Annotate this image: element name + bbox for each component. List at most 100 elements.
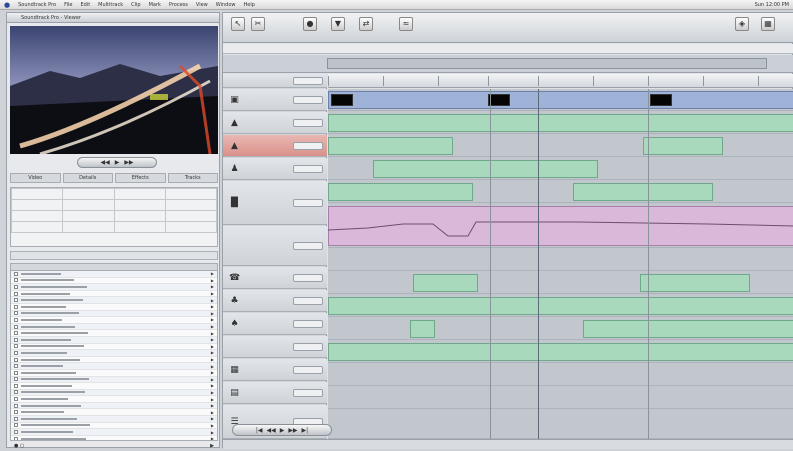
clip-disclosure-icon[interactable]: ▶: [211, 337, 214, 342]
viewer-titlebar[interactable]: Soundtrack Pro - Viewer: [7, 13, 219, 23]
automation-curve[interactable]: [328, 204, 793, 248]
clip-checkbox[interactable]: [14, 298, 18, 303]
menu-item-multitrack[interactable]: Multitrack: [98, 2, 123, 8]
audio-clip[interactable]: [328, 343, 793, 361]
track-lane[interactable]: [328, 249, 793, 271]
clip-checkbox[interactable]: [14, 364, 18, 369]
clip-checkbox[interactable]: [14, 403, 18, 408]
go-start-button[interactable]: |◀: [256, 427, 263, 434]
clip-list-item[interactable]: ▶: [11, 370, 217, 377]
inspector-toggle-icon[interactable]: ▦: [761, 17, 775, 31]
menu-item-window[interactable]: Window: [216, 2, 236, 8]
clip-list-item[interactable]: ▶: [11, 271, 217, 278]
rewind-button[interactable]: ◀◀: [266, 427, 275, 434]
clip-checkbox[interactable]: [14, 397, 18, 402]
clip-list-item[interactable]: ▶: [11, 376, 217, 384]
clip-disclosure-icon[interactable]: ▶: [211, 304, 214, 309]
fast-forward-button[interactable]: ▶▶: [288, 427, 297, 434]
record-button-icon[interactable]: ●: [303, 17, 317, 31]
menu-item-app[interactable]: Soundtrack Pro: [18, 2, 56, 8]
grid-cell[interactable]: [62, 210, 115, 222]
audio-clip[interactable]: [583, 320, 793, 338]
clip-disclosure-icon[interactable]: ▶: [211, 364, 214, 369]
clip-list-item[interactable]: ▶: [11, 297, 217, 304]
clip-disclosure-icon[interactable]: ▶: [211, 311, 214, 316]
track-header[interactable]: [223, 336, 327, 358]
clip-list-item[interactable]: ▶: [11, 402, 217, 410]
clip-list-item[interactable]: ▶: [11, 336, 217, 344]
clip-checkbox[interactable]: [14, 324, 18, 329]
track-header[interactable]: ▲: [223, 135, 327, 157]
video-clip[interactable]: [328, 91, 793, 109]
track-header[interactable]: ☎: [223, 267, 327, 289]
apple-menu-icon[interactable]: ●: [4, 1, 10, 9]
grid-cell[interactable]: [62, 221, 115, 233]
clip-disclosure-icon[interactable]: ▶: [211, 410, 214, 415]
clip-checkbox[interactable]: [14, 390, 18, 395]
clip-disclosure-icon[interactable]: ▶: [211, 416, 214, 421]
clip-checkbox[interactable]: [14, 377, 18, 382]
menu-item-mark[interactable]: Mark: [149, 2, 161, 8]
audio-clip[interactable]: [373, 160, 598, 178]
timeline-marker[interactable]: [490, 89, 491, 439]
grid-cell[interactable]: [113, 210, 166, 222]
clip-checkbox[interactable]: [14, 311, 18, 316]
go-end-button[interactable]: ▶|: [302, 427, 309, 434]
track-lane[interactable]: [328, 89, 793, 111]
clip-disclosure-icon[interactable]: ▶: [211, 390, 214, 395]
track-volume-control[interactable]: [293, 142, 323, 150]
clip-checkbox[interactable]: [14, 317, 18, 322]
clip-list-item[interactable]: ▶: [11, 344, 217, 351]
clip-disclosure-icon[interactable]: ▶: [211, 430, 214, 435]
clip-disclosure-icon[interactable]: ▶: [211, 423, 214, 428]
clip-disclosure-icon[interactable]: ▶: [211, 317, 214, 322]
audio-clip[interactable]: [328, 183, 473, 201]
track-header[interactable]: [223, 74, 327, 88]
grid-cell[interactable]: [113, 199, 166, 211]
grid-cell[interactable]: [10, 199, 64, 211]
clip-list-item[interactable]: ▶: [11, 304, 217, 311]
playhead[interactable]: [538, 89, 539, 439]
clip-checkbox[interactable]: [14, 278, 18, 283]
clip-list-item[interactable]: ▶: [11, 409, 217, 417]
track-lane[interactable]: [328, 318, 793, 340]
audio-clip[interactable]: [328, 114, 793, 132]
track-header[interactable]: ▦: [223, 359, 327, 381]
menu-item-process[interactable]: Process: [169, 2, 188, 8]
menu-item-view[interactable]: View: [196, 2, 208, 8]
audio-clip[interactable]: [643, 137, 723, 155]
clip-checkbox[interactable]: [14, 416, 18, 421]
timeline-marker[interactable]: [648, 89, 649, 439]
audio-clip[interactable]: [413, 274, 478, 292]
track-lane[interactable]: [328, 387, 793, 409]
grid-cell[interactable]: [62, 188, 115, 200]
track-volume-control[interactable]: [293, 165, 323, 173]
menu-item-clip[interactable]: Clip: [131, 2, 140, 8]
overview-lane[interactable]: [327, 58, 767, 69]
clip-checkbox[interactable]: [14, 284, 18, 289]
track-header[interactable]: ▣: [223, 89, 327, 111]
clip-list-item[interactable]: ▶: [11, 317, 217, 324]
grid-cell[interactable]: [62, 199, 115, 211]
track-lane[interactable]: [328, 158, 793, 180]
grid-cell[interactable]: [10, 221, 64, 233]
clip-list-item[interactable]: ▶: [11, 436, 217, 440]
clip-disclosure-icon[interactable]: ▶: [211, 271, 214, 276]
track-lane[interactable]: [328, 135, 793, 157]
menu-item-edit[interactable]: Edit: [80, 2, 90, 8]
track-volume-control[interactable]: [293, 119, 323, 127]
clip-checkbox[interactable]: [14, 430, 18, 435]
clip-list-item[interactable]: ▶: [11, 291, 217, 298]
clip-disclosure-icon[interactable]: ▶: [211, 436, 214, 440]
video-viewer[interactable]: [10, 26, 218, 154]
clip-disclosure-icon[interactable]: ▶: [211, 370, 214, 375]
grid-cell[interactable]: [10, 210, 64, 222]
track-volume-control[interactable]: [293, 320, 323, 328]
track-lane[interactable]: [328, 341, 793, 363]
clip-disclosure-icon[interactable]: ▶: [211, 383, 214, 388]
clip-list-item[interactable]: ▶: [11, 383, 217, 390]
fast-forward-button[interactable]: ▶▶: [124, 159, 133, 166]
track-volume-control[interactable]: [293, 297, 323, 305]
grid-cell[interactable]: [164, 199, 218, 211]
clip-list-item[interactable]: ▶: [11, 363, 217, 370]
